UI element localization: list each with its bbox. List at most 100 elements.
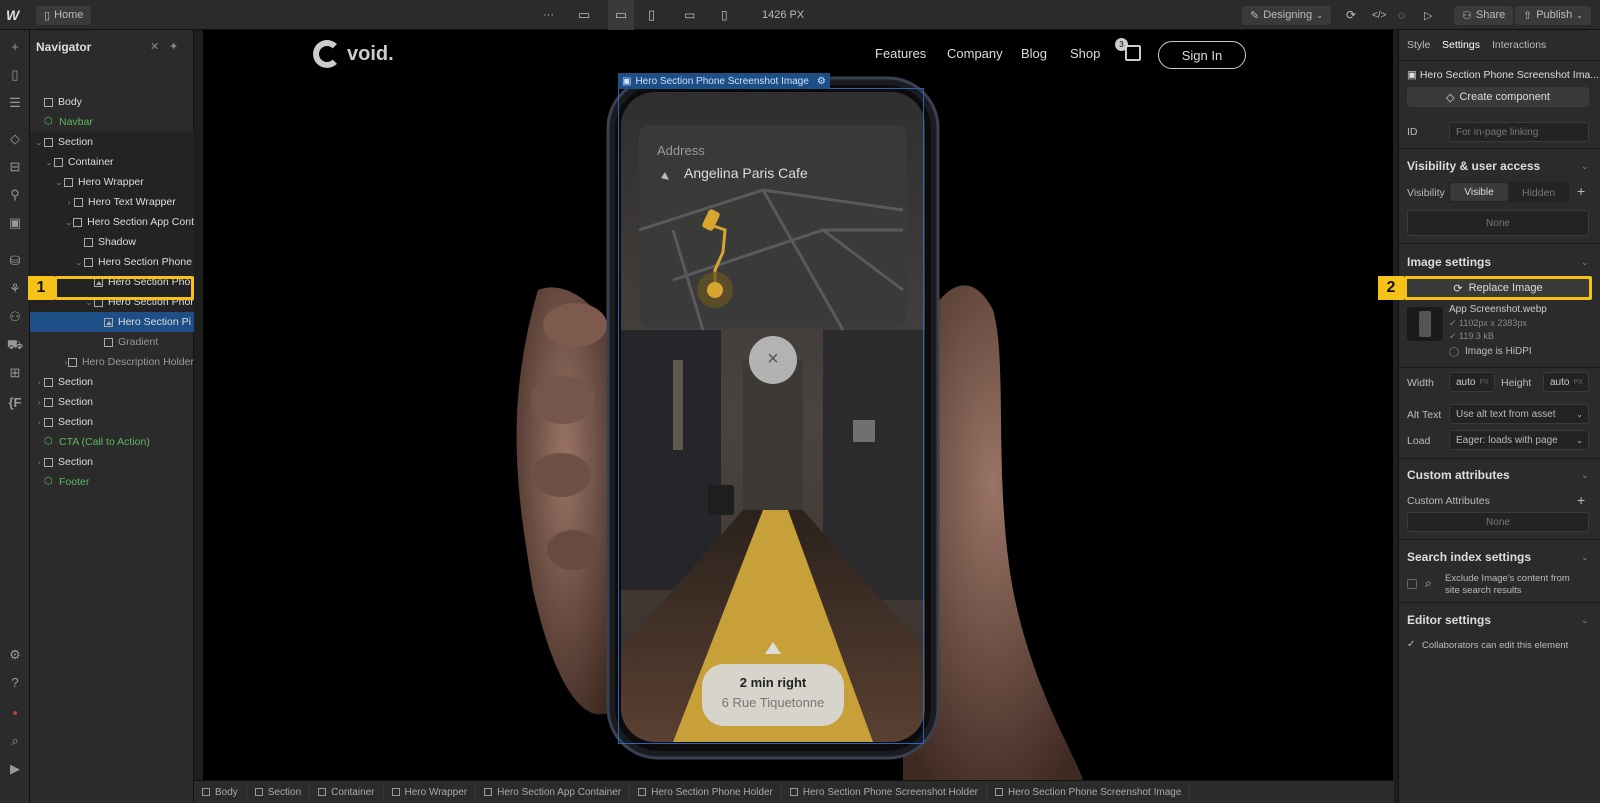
assets-icon[interactable]: ▣ [6,214,24,232]
more-options-button[interactable]: ··· [543,0,554,30]
breadcrumb-item[interactable]: Body [194,785,247,799]
chevron-down-icon[interactable]: ⌄ [1581,615,1589,626]
chevron-right-icon[interactable]: › [34,378,44,387]
site-nav-shop[interactable]: Shop [1070,46,1100,61]
chevron-down-icon[interactable]: ⌄ [34,138,44,147]
code-icon[interactable]: </> [1372,0,1386,30]
navigator-item[interactable]: ⌄ Hero Section App Cont [30,212,194,232]
audit-icon[interactable]: ▪ [6,704,24,722]
width-input[interactable]: auto PX [1449,372,1495,392]
pin-icon[interactable]: ✦ [169,40,178,53]
collaborators-checkbox[interactable]: ✓ [1407,639,1415,650]
tab-style[interactable]: Style [1407,39,1430,51]
tab-settings[interactable]: Settings [1442,39,1480,51]
style-selectors-icon[interactable]: ⊟ [6,158,24,176]
visible-option[interactable]: Visible [1450,183,1508,201]
create-component-button[interactable]: ◇ Create component [1407,87,1589,107]
navigator-item[interactable]: ⌄ Hero Section Phone [30,252,194,272]
chevron-right-icon[interactable]: › [34,458,44,467]
alt-text-select[interactable]: Use alt text from asset ⌄ [1449,404,1589,424]
breadcrumb-item[interactable]: Hero Section Phone Screenshot Holder [782,785,987,799]
navigator-item[interactable]: › Section [30,452,194,472]
mobile-landscape-icon[interactable]: ▭ [684,0,695,30]
mode-dropdown[interactable]: ✎ Designing ⌄ [1242,5,1331,25]
settings-gear-icon[interactable]: ⚙ [817,76,826,87]
ecommerce-icon[interactable]: ⛟ [6,336,24,354]
site-nav-features[interactable]: Features [875,46,926,61]
page-selector[interactable]: ▯ Home [36,5,92,25]
desktop-breakpoint-icon[interactable]: ▭ [578,0,590,30]
settings-icon[interactable]: ⚙ [6,646,24,664]
cms-icon[interactable]: ⛁ [6,252,24,270]
chevron-down-icon[interactable]: ⌄ [74,258,84,267]
design-canvas[interactable]: void. Features Company Blog Shop 3 Sign … [203,30,1393,780]
components-icon[interactable]: ◇ [6,130,24,148]
navigator-item[interactable]: › Section [30,392,194,412]
finsweet-icon[interactable]: {F [6,394,24,412]
preview-icon[interactable]: ▷ [1424,0,1432,30]
navigator-item[interactable]: ⬡ Footer [30,472,194,492]
tab-interactions[interactable]: Interactions [1492,39,1546,51]
webflow-logo[interactable]: W [6,0,19,30]
chevron-down-icon[interactable]: ⌄ [1581,552,1589,563]
navigator-item[interactable]: ⌄ Container [30,152,194,172]
navigator-item[interactable]: › Hero Text Wrapper [30,192,194,212]
base-breakpoint-icon[interactable]: ▭ [608,0,634,30]
load-select[interactable]: Eager: loads with page ⌄ [1449,430,1589,450]
navigator-item[interactable]: ⌄ Hero Wrapper [30,172,194,192]
add-condition-icon[interactable]: + [1577,183,1585,199]
navigator-item[interactable]: › Section [30,372,194,392]
chevron-down-icon[interactable]: ⌄ [64,218,73,227]
height-input[interactable]: auto PX [1543,372,1589,392]
sign-in-button[interactable]: Sign In [1158,41,1246,69]
hidpi-radio[interactable] [1449,347,1459,357]
logic-icon[interactable]: ⚘ [6,280,24,298]
navigator-item[interactable]: Hero Section Pi [30,312,194,332]
visibility-header[interactable]: Visibility & user access [1407,159,1540,173]
chevron-right-icon[interactable]: › [64,198,74,207]
navigator-item[interactable]: Gradient [30,332,194,352]
image-settings-header[interactable]: Image settings [1407,255,1491,269]
comment-icon[interactable]: ◌ [1398,0,1405,30]
help-icon[interactable]: ? [6,674,24,692]
collapse-all-icon[interactable]: ✕ [150,40,159,53]
navigator-item[interactable]: ⬡ Navbar [30,112,194,132]
sync-icon[interactable]: ⟳ [1346,0,1356,30]
add-icon[interactable]: + [6,38,24,56]
add-attribute-icon[interactable]: + [1577,492,1585,508]
variables-icon[interactable]: ⚲ [6,186,24,204]
apps-icon[interactable]: ⊞ [6,364,24,382]
chevron-right-icon[interactable]: › [34,418,44,427]
share-button[interactable]: ⚇ Share [1454,5,1514,25]
exclude-search-checkbox[interactable] [1407,579,1417,589]
publish-button[interactable]: ⇧ Publish ⌄ [1515,5,1591,25]
breadcrumb-item[interactable]: Section [247,785,311,799]
custom-attributes-header[interactable]: Custom attributes [1407,468,1510,482]
pages-icon[interactable]: ▯ [6,66,24,84]
site-nav-blog[interactable]: Blog [1021,46,1047,61]
breadcrumb-item[interactable]: Hero Section App Container [476,785,631,799]
editor-settings-header[interactable]: Editor settings [1407,613,1491,627]
breadcrumb-item[interactable]: Hero Section Phone Holder [630,785,782,799]
navigator-item[interactable]: › Hero Description Holder [30,352,194,372]
chevron-right-icon[interactable]: › [34,398,44,407]
chevron-down-icon[interactable]: ⌄ [1581,470,1589,481]
site-nav-company[interactable]: Company [947,46,1003,61]
selection-tag[interactable]: ▣ Hero Section Phone Screenshot Image ⚙ [618,73,830,89]
tablet-icon[interactable]: ▯ [648,0,655,30]
id-input[interactable]: For in-page linking [1449,122,1589,142]
search-index-header[interactable]: Search index settings [1407,550,1531,564]
breadcrumb-item[interactable]: Container [310,785,384,799]
hidden-option[interactable]: Hidden [1522,187,1555,199]
chevron-down-icon[interactable]: ⌄ [1581,161,1589,172]
chevron-down-icon[interactable]: ⌄ [54,178,64,187]
users-icon[interactable]: ⚇ [6,308,24,326]
site-logo[interactable]: void. [313,40,394,68]
breadcrumb-item[interactable]: Hero Wrapper [384,785,477,799]
breadcrumb-item[interactable]: Hero Section Phone Screenshot Image [987,785,1191,799]
navigator-item[interactable]: Shadow [30,232,194,252]
navigator-item[interactable]: ⬡ CTA (Call to Action) [30,432,194,452]
chevron-down-icon[interactable]: ⌄ [44,158,54,167]
chevron-down-icon[interactable]: ⌄ [1581,257,1589,268]
image-thumbnail[interactable] [1407,307,1443,341]
